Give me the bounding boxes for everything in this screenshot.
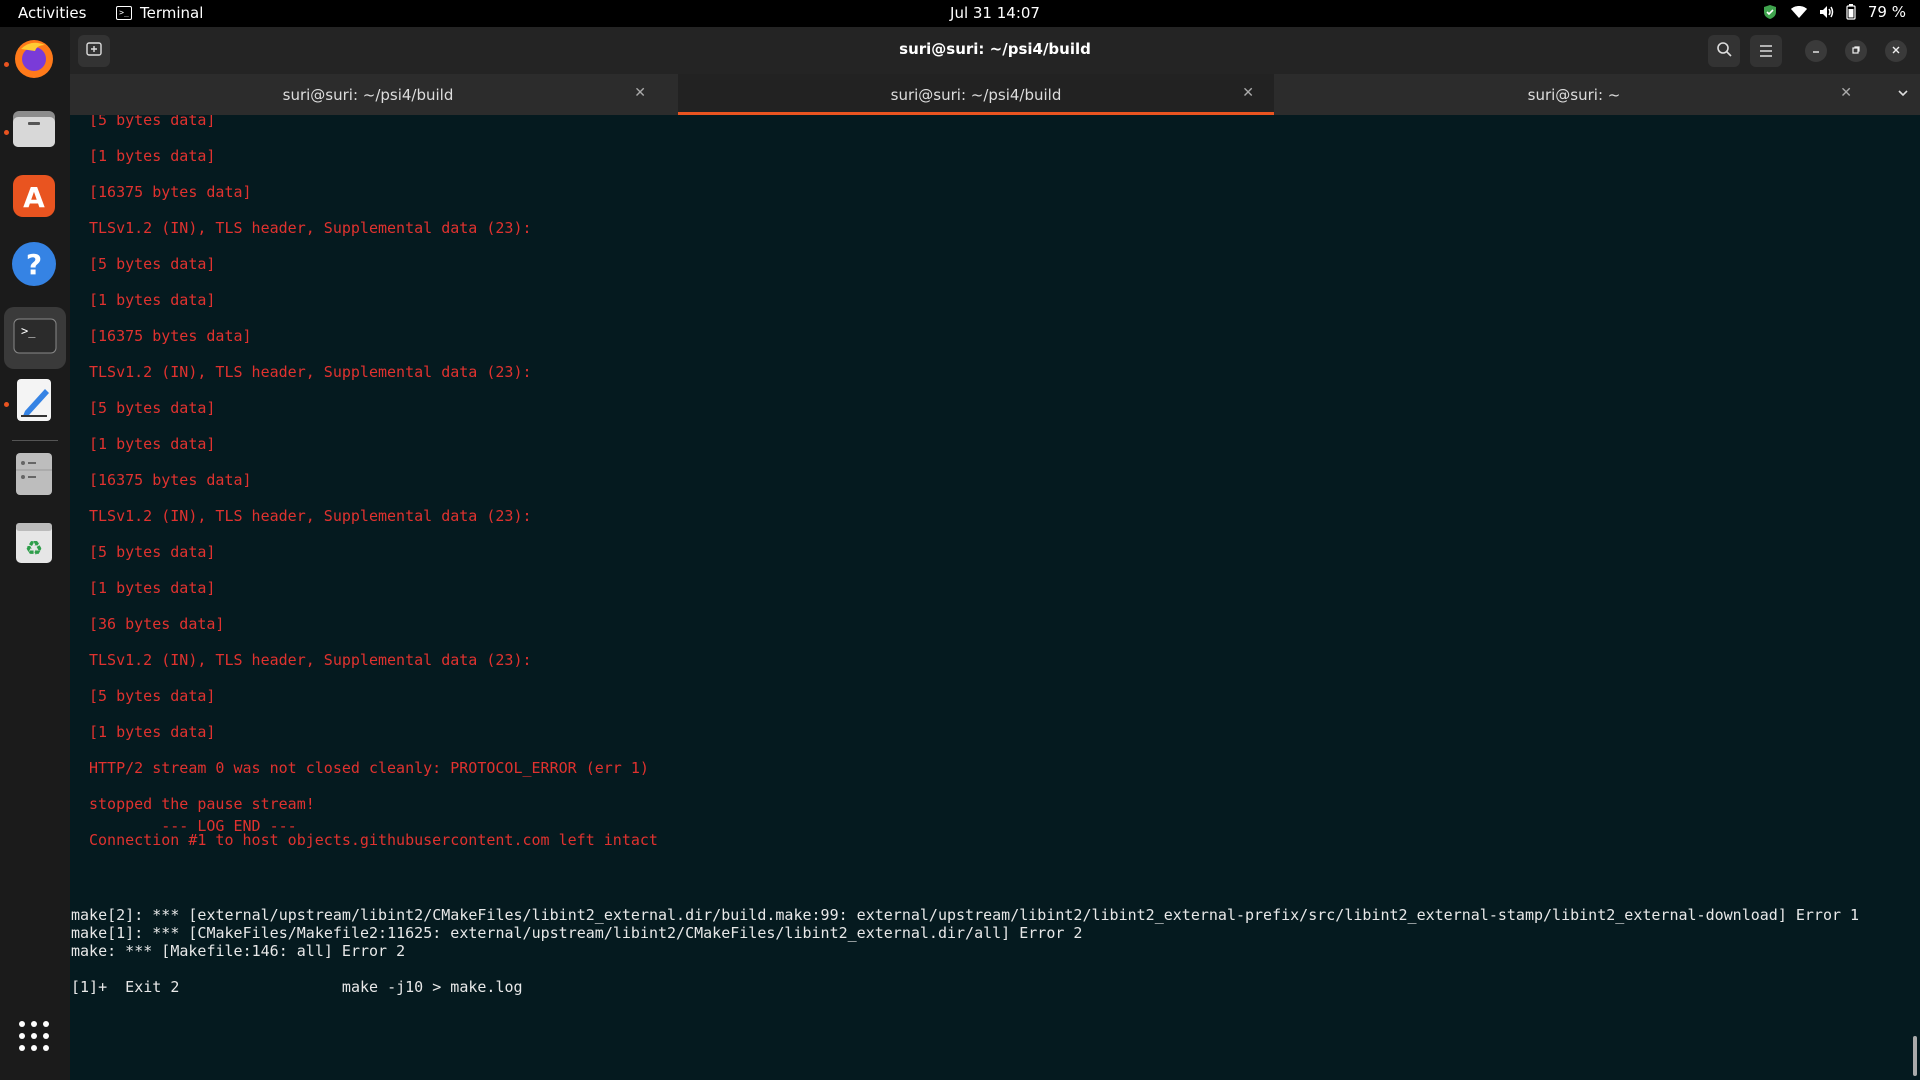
log-line: [1 bytes data] — [89, 291, 216, 309]
log-line: [5 bytes data] — [89, 687, 216, 705]
search-icon — [1716, 41, 1732, 61]
help-icon: ? — [11, 241, 57, 291]
tab-overflow-button[interactable] — [1896, 86, 1910, 104]
tab-2[interactable]: suri@suri: ~/psi4/build ✕ — [678, 74, 1274, 115]
dock-disks[interactable] — [11, 453, 57, 499]
app-center-icon: A — [11, 173, 57, 223]
chevron-down-icon — [1896, 86, 1910, 104]
running-indicator — [4, 62, 9, 67]
battery-icon — [1846, 4, 1856, 20]
clock[interactable]: Jul 31 14:07 — [0, 4, 1920, 22]
make-line: make[1]: *** [CMakeFiles/Makefile2:11625… — [71, 924, 1083, 942]
log-line: [1 bytes data] — [89, 435, 216, 453]
dock-firefox[interactable] — [11, 37, 57, 83]
log-line: TLSv1.2 (IN), TLS header, Supplemental d… — [89, 651, 532, 669]
show-apps-button[interactable] — [11, 1015, 57, 1061]
tab-label: suri@suri: ~ — [1527, 85, 1621, 104]
close-icon — [1891, 44, 1901, 58]
tab-label: suri@suri: ~/psi4/build — [890, 85, 1062, 104]
dock-trash[interactable]: ♻ — [11, 521, 57, 567]
close-tab-icon[interactable]: ✕ — [634, 85, 646, 101]
log-line: [5 bytes data] — [89, 115, 216, 129]
svg-text:♻: ♻ — [25, 536, 43, 560]
shield-icon — [1762, 4, 1778, 20]
close-tab-icon[interactable]: ✕ — [1840, 85, 1852, 101]
dock-files[interactable] — [11, 107, 57, 153]
log-line: [1 bytes data] — [89, 147, 216, 165]
log-line: [16375 bytes data] — [89, 327, 252, 345]
terminal-window: suri@suri: ~/psi4/build suri@suri: ~/psi… — [70, 27, 1920, 1080]
dock-text-editor[interactable] — [11, 379, 57, 425]
dock-help[interactable]: ? — [11, 241, 57, 291]
log-line: TLSv1.2 (IN), TLS header, Supplemental d… — [89, 219, 532, 237]
tab-label: suri@suri: ~/psi4/build — [282, 85, 454, 104]
close-button[interactable] — [1885, 40, 1907, 62]
dock-terminal[interactable]: >_ — [4, 307, 66, 369]
hamburger-icon — [1759, 42, 1773, 61]
make-line: make[2]: *** [external/upstream/libint2/… — [71, 906, 1860, 924]
log-line: TLSv1.2 (IN), TLS header, Supplemental d… — [89, 363, 532, 381]
log-line: [1 bytes data] — [89, 723, 216, 741]
tab-1[interactable]: suri@suri: ~/psi4/build ✕ — [70, 74, 666, 115]
text-editor-icon — [11, 377, 57, 427]
terminal-output[interactable]: [5 bytes data] [1 bytes data] [16375 bytes… — [70, 115, 1920, 1080]
running-indicator — [4, 130, 9, 135]
maximize-button[interactable] — [1845, 40, 1867, 62]
make-line: [1]+ Exit 2 make -j10 > make.log — [71, 978, 523, 996]
firefox-icon — [11, 35, 57, 85]
make-line: make: *** [Makefile:146: all] Error 2 — [71, 942, 406, 960]
restore-icon — [1851, 44, 1861, 58]
wifi-icon — [1790, 4, 1807, 20]
tab-bar: suri@suri: ~/psi4/build ✕ suri@suri: ~/p… — [70, 74, 1920, 115]
log-line: HTTP/2 stream 0 was not closed cleanly: … — [89, 759, 649, 777]
log-line: stopped the pause stream! — [89, 795, 315, 813]
log-line: [5 bytes data] — [89, 399, 216, 417]
terminal-icon: >_ — [12, 313, 58, 363]
top-bar: Activities >_ Terminal Jul 31 14:07 79 % — [0, 0, 1920, 27]
window-title: suri@suri: ~/psi4/build — [899, 40, 1091, 58]
minimize-icon — [1811, 44, 1821, 58]
tab-3[interactable]: suri@suri: ~ ✕ — [1276, 74, 1872, 115]
dock-separator — [12, 440, 58, 441]
svg-text:A: A — [23, 181, 45, 214]
search-button[interactable] — [1708, 35, 1740, 67]
close-tab-icon[interactable]: ✕ — [1242, 85, 1254, 101]
log-line: [36 bytes data] — [89, 615, 225, 633]
log-line: [5 bytes data] — [89, 255, 216, 273]
system-tray[interactable]: 79 % — [1762, 3, 1906, 21]
battery-percentage: 79 % — [1867, 3, 1906, 21]
app-grid-icon — [17, 1019, 51, 1057]
log-line: TLSv1.2 (IN), TLS header, Supplemental d… — [89, 507, 532, 525]
log-line: [16375 bytes data] — [89, 471, 252, 489]
volume-icon — [1818, 4, 1834, 20]
running-indicator — [4, 402, 9, 407]
files-icon — [11, 105, 57, 155]
dock: A ? >_ ♻ — [0, 27, 70, 1080]
menu-button[interactable] — [1750, 35, 1782, 67]
minimize-button[interactable] — [1805, 40, 1827, 62]
log-line: [5 bytes data] — [89, 543, 216, 561]
dock-app-center[interactable]: A — [11, 175, 57, 221]
disks-icon — [11, 451, 57, 501]
trash-icon: ♻ — [11, 519, 57, 569]
log-line: [1 bytes data] — [89, 579, 216, 597]
log-line: [16375 bytes data] — [89, 183, 252, 201]
header-bar: suri@suri: ~/psi4/build — [70, 27, 1920, 74]
svg-text:?: ? — [26, 248, 42, 281]
scrollbar[interactable] — [1913, 1036, 1917, 1076]
svg-text:>_: >_ — [21, 324, 36, 338]
log-end-marker: --- LOG END --- — [89, 817, 297, 835]
